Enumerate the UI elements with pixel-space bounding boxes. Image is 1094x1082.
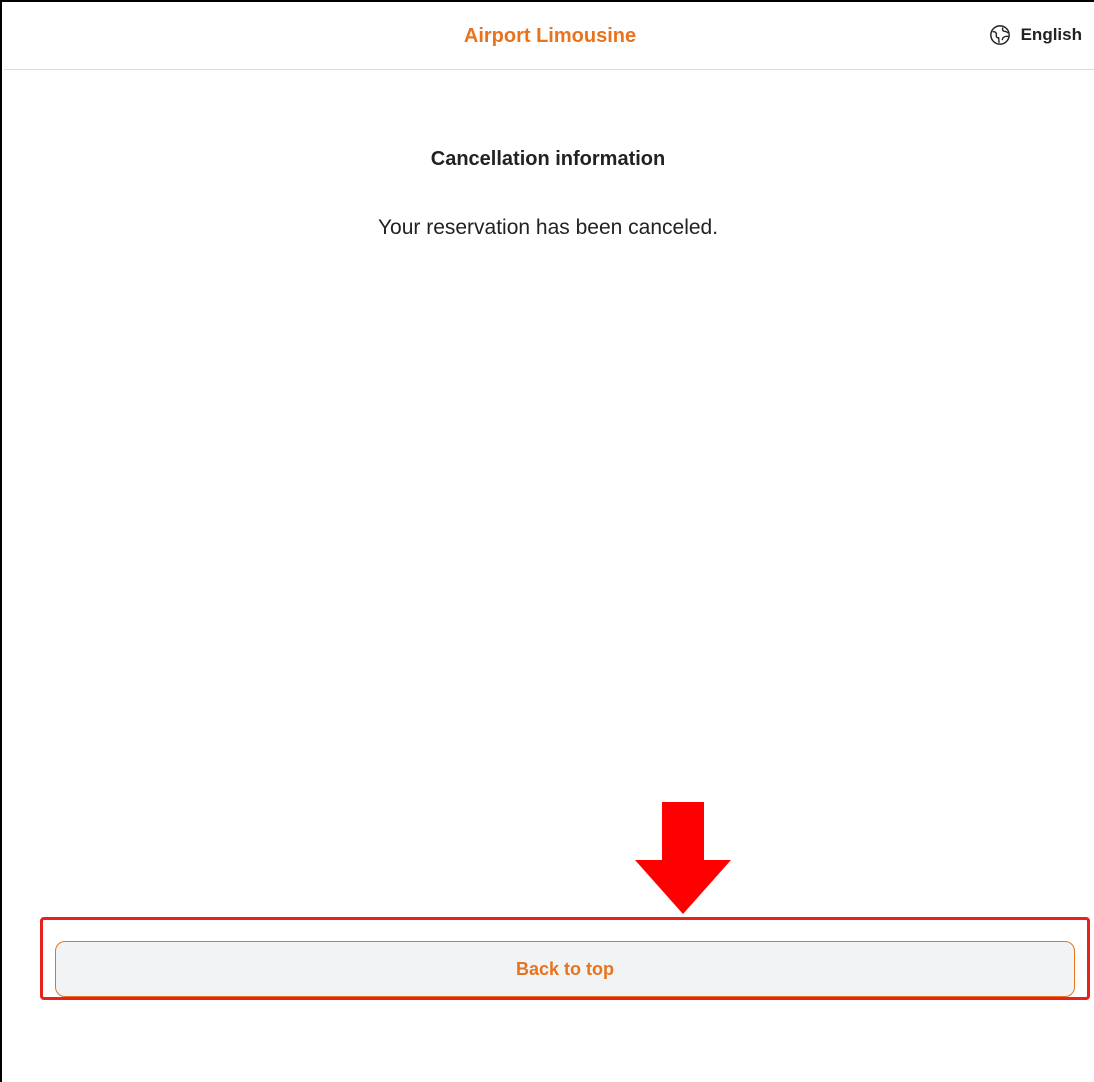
language-label: English [1020, 25, 1082, 44]
down-arrow-icon [635, 802, 731, 914]
back-to-top-button[interactable]: Back to top [55, 941, 1075, 997]
page-frame: Airport Limousine English Cancellation i… [0, 0, 1094, 1082]
cancellation-message: Your reservation has been canceled. [377, 216, 719, 239]
brand-title: Airport Limousine [463, 25, 637, 47]
globe-icon [989, 25, 1010, 45]
page-title: Cancellation information [430, 148, 666, 170]
language-selector[interactable]: English [989, 24, 1082, 46]
top-header: Airport Limousine English [4, 4, 1094, 70]
